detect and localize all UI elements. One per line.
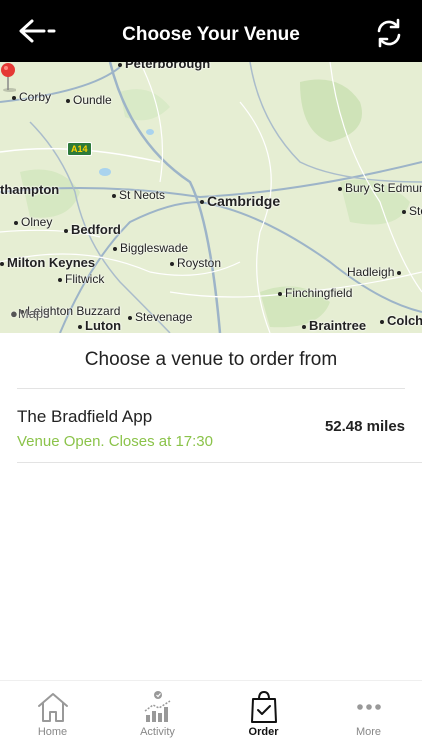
top-bar: Choose Your Venue: [0, 0, 422, 62]
activity-chart-icon: [144, 691, 170, 722]
refresh-icon[interactable]: [374, 18, 404, 48]
map-place-northampton: thampton: [0, 182, 60, 197]
page-title: Choose Your Venue: [122, 24, 300, 45]
venue-name: The Bradfield App: [17, 407, 153, 426]
more-dots-icon: [356, 704, 381, 710]
map-place-finchingfield: Finchingfield: [278, 286, 352, 300]
map-place-corby: Corby: [12, 90, 51, 104]
shopping-bag-check-icon: [250, 690, 277, 723]
road-shield-a14: A14: [67, 142, 92, 156]
maps-attribution[interactable]: ●Maps: [10, 306, 50, 321]
home-icon: [37, 693, 68, 722]
tab-order-label: Order: [248, 726, 279, 738]
location-pin-icon[interactable]: [0, 62, 16, 92]
tab-home-label: Home: [37, 726, 68, 738]
map-place-stevenage: Stevenage: [128, 310, 192, 324]
apple-logo-icon: ●: [10, 306, 18, 321]
tab-order[interactable]: Order: [211, 689, 316, 738]
venue-distance: 52.48 miles: [324, 418, 405, 435]
venue-status: Venue Open. Closes at 17:30: [17, 433, 213, 450]
map-place-cambridge: Cambridge: [200, 193, 280, 209]
tab-activity-label: Activity: [140, 726, 175, 738]
map-place-st-neots: St Neots: [112, 188, 165, 202]
divider: [17, 388, 405, 389]
map-place-luton: Luton: [78, 318, 121, 333]
tab-home[interactable]: Home: [0, 689, 105, 738]
venue-list-heading: Choose a venue to order from: [84, 349, 338, 370]
bottom-tab-bar: Home Activity Order More: [0, 680, 422, 750]
map-place-bury: Bury St Edmun: [338, 181, 422, 195]
tab-more-label: More: [355, 726, 382, 738]
map-place-bedford: Bedford: [64, 222, 121, 237]
map-place-hadleigh: Hadleigh: [347, 265, 404, 279]
divider: [17, 462, 422, 463]
map-place-sto: Sto: [402, 204, 422, 218]
venue-row[interactable]: The Bradfield App Venue Open. Closes at …: [0, 390, 422, 462]
map-place-braintree: Braintree: [302, 318, 366, 333]
map-place-royston: Royston: [170, 256, 221, 270]
map-place-peterborough: Peterborough: [118, 62, 210, 71]
venue-map[interactable]: A14 Peterborough Corby Oundle thampton S…: [0, 62, 422, 333]
map-place-biggleswade: Biggleswade: [113, 241, 188, 255]
map-place-colchester: Colch: [380, 313, 422, 328]
map-place-milton-keynes: Milton Keynes: [0, 255, 95, 270]
tab-more[interactable]: More: [316, 689, 421, 738]
map-place-oundle: Oundle: [66, 93, 112, 107]
map-place-flitwick: Flitwick: [58, 272, 104, 286]
tab-activity[interactable]: Activity: [105, 689, 210, 738]
map-place-olney: Olney: [14, 215, 52, 229]
